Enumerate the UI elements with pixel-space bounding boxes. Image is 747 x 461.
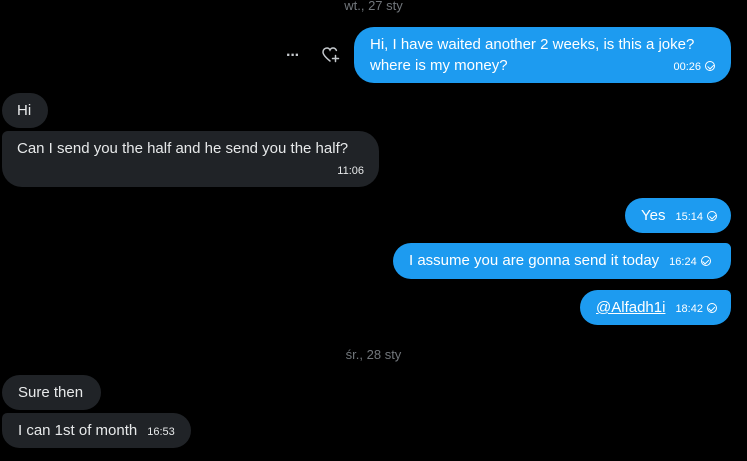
message-text: Can I send you the half and he send you …	[17, 140, 349, 157]
message-bubble-incoming[interactable]: Can I send you the half and he send you …	[2, 131, 379, 187]
message-timestamp: 16:24	[669, 252, 711, 273]
read-check-icon	[707, 211, 718, 221]
message-text: Hi	[17, 102, 32, 119]
message-bubble-outgoing[interactable]: Hi, I have waited another 2 weeks, is th…	[354, 27, 731, 83]
message-timestamp: 18:42	[675, 299, 717, 320]
message-bubble-outgoing[interactable]: I assume you are gonna send it today 16:…	[393, 243, 731, 279]
mention-link[interactable]: @Alfadh1i	[596, 297, 665, 318]
message-bubble-incoming[interactable]: Hi	[2, 93, 48, 128]
message-text: Sure then	[18, 384, 84, 401]
more-options-icon[interactable]: ···	[286, 48, 300, 64]
message-text: Hi, I have waited another 2 weeks, is th…	[370, 36, 695, 53]
message-text: I assume you are gonna send it today	[409, 252, 660, 269]
message-timestamp: 11:06	[337, 165, 364, 177]
read-check-icon	[706, 303, 717, 313]
message-bubble-incoming[interactable]: Sure then	[2, 375, 101, 410]
message-bubble-outgoing[interactable]: Yes 15:14	[625, 198, 731, 233]
message-text: where is my money?	[370, 57, 508, 74]
date-separator: wt., 27 sty	[344, 0, 403, 13]
message-bubble-outgoing[interactable]: @Alfadh1i 18:42	[580, 290, 731, 325]
add-reaction-icon[interactable]	[322, 47, 340, 67]
read-check-icon	[705, 61, 715, 71]
message-timestamp: 00:26	[673, 57, 715, 78]
message-timestamp: 15:14	[675, 207, 718, 228]
date-separator: śr., 28 sty	[345, 347, 402, 362]
heart-plus-icon	[322, 47, 340, 63]
message-text: I can 1st of month	[18, 422, 138, 439]
message-text: Yes	[641, 207, 666, 224]
message-timestamp: 16:53	[147, 426, 175, 438]
message-bubble-incoming[interactable]: I can 1st of month 16:53	[2, 413, 191, 448]
read-check-icon	[700, 256, 711, 266]
